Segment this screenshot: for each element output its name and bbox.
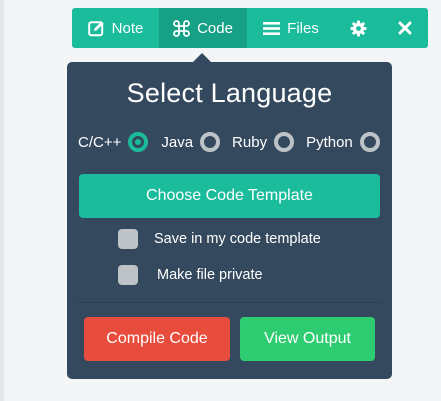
language-option-ruby[interactable]: Ruby — [232, 132, 295, 152]
private-file-label: Make file private — [157, 267, 263, 283]
edit-icon — [87, 20, 105, 37]
note-tab[interactable]: Note — [72, 8, 159, 48]
close-icon — [398, 21, 412, 35]
private-file-option[interactable]: Make file private — [118, 265, 263, 285]
language-label: C/C++ — [78, 133, 122, 151]
language-option-java[interactable]: Java — [161, 132, 221, 152]
save-template-option[interactable]: Save in my code template — [118, 229, 321, 249]
editor-toolbar: Note Code Files — [72, 8, 428, 48]
compile-code-button[interactable]: Compile Code — [84, 317, 230, 361]
language-option-python[interactable]: Python — [306, 132, 380, 152]
view-output-button[interactable]: View Output — [240, 317, 375, 361]
close-button[interactable] — [381, 8, 428, 48]
language-radio-group: C/C++ Java Ruby Python — [78, 132, 388, 152]
files-tab-label: Files — [287, 19, 319, 37]
radio-ruby[interactable] — [274, 132, 295, 152]
select-language-panel: Select Language C/C++ Java Ruby Python C… — [67, 62, 392, 379]
save-template-label: Save in my code template — [154, 231, 321, 247]
radio-python[interactable] — [359, 132, 380, 152]
files-tab[interactable]: Files — [247, 8, 335, 48]
list-icon — [263, 21, 281, 36]
language-label: Java — [161, 133, 194, 151]
popover-caret — [193, 53, 211, 62]
private-file-checkbox[interactable] — [118, 265, 138, 285]
choose-code-template-button[interactable]: Choose Code Template — [79, 174, 380, 218]
settings-button[interactable] — [335, 8, 381, 48]
panel-title: Select Language — [126, 78, 333, 108]
radio-cpp[interactable] — [128, 132, 149, 152]
language-label: Ruby — [232, 133, 268, 151]
divider — [79, 302, 380, 303]
language-option-cpp[interactable]: C/C++ — [78, 132, 149, 152]
code-tab[interactable]: Code — [159, 8, 247, 48]
command-icon — [173, 19, 190, 37]
radio-java[interactable] — [200, 132, 221, 152]
code-tab-label: Code — [197, 19, 233, 37]
language-label: Python — [306, 133, 353, 151]
page-edge — [0, 0, 4, 401]
save-template-checkbox[interactable] — [118, 229, 138, 249]
gear-icon — [350, 20, 367, 37]
note-tab-label: Note — [111, 19, 144, 37]
